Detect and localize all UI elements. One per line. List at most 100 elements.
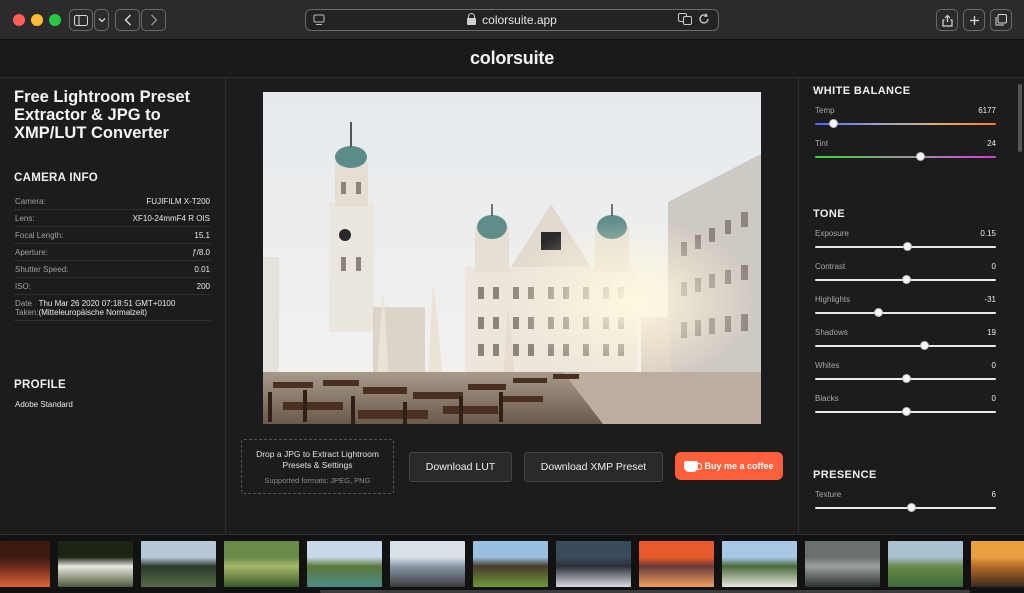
slider-value: 24 xyxy=(987,139,996,148)
dropzone-formats: Supported formats: JPEG, PNG xyxy=(264,475,371,485)
slider-label: Highlights xyxy=(815,295,851,304)
sunset-street-thumbnail[interactable] xyxy=(639,541,714,587)
slider-label: Contrast xyxy=(815,262,846,271)
slider-track[interactable] xyxy=(815,156,996,158)
slider-tint: Tint 24 xyxy=(813,136,1010,169)
reload-icon[interactable] xyxy=(698,13,710,25)
slider-thumb[interactable] xyxy=(901,275,911,284)
browser-toolbar: colorsuite.app xyxy=(0,0,1024,40)
slider-track[interactable] xyxy=(815,345,996,347)
slider-label: Blacks xyxy=(815,394,839,403)
minimize-window-button[interactable] xyxy=(31,14,43,26)
slider-thumb[interactable] xyxy=(915,152,925,161)
snowy-village-thumbnail[interactable] xyxy=(390,541,465,587)
slider-thumb[interactable] xyxy=(903,242,913,251)
cow-meadow-thumbnail[interactable] xyxy=(473,541,548,587)
slider-texture: Texture 6 xyxy=(813,487,1010,520)
snow-peak-thumbnail[interactable] xyxy=(556,541,631,587)
golden-street-thumbnail[interactable] xyxy=(971,541,1024,587)
slider-thumb[interactable] xyxy=(901,374,911,383)
slider-track[interactable] xyxy=(815,312,996,314)
profile-heading: PROFILE xyxy=(14,379,66,391)
chevron-down-icon xyxy=(98,18,105,23)
slider-thumb[interactable] xyxy=(919,341,929,350)
info-value: 15.1 xyxy=(194,231,210,240)
lemur-thumbnail[interactable] xyxy=(58,541,133,587)
slider-contrast: Contrast 0 xyxy=(813,259,1010,292)
camera-info-heading: CAMERA INFO xyxy=(14,172,99,184)
site-logo[interactable]: colorsuite xyxy=(470,48,554,69)
forward-button[interactable] xyxy=(141,9,166,31)
sidebar-toggle-button[interactable] xyxy=(69,9,93,31)
page-title: Free Lightroom Preset Extractor & JPG to… xyxy=(14,88,191,142)
slider-track[interactable] xyxy=(815,507,996,509)
white-balance-heading: WHITE BALANCE xyxy=(813,85,911,97)
slider-value: 0 xyxy=(991,262,996,271)
reader-icon[interactable] xyxy=(313,14,325,29)
panel-scrollbar[interactable] xyxy=(1018,84,1022,152)
slider-label: Tint xyxy=(815,139,829,148)
download-xmp-button[interactable]: Download XMP Preset xyxy=(524,452,663,482)
close-window-button[interactable] xyxy=(13,14,25,26)
dropzone-text: Drop a JPG to Extract Lightroom Presets … xyxy=(256,448,379,470)
green-ridge-thumbnail[interactable] xyxy=(888,541,963,587)
translate-icon[interactable] xyxy=(678,13,692,25)
info-value: XF10-24mmF4 R OIS xyxy=(132,214,210,223)
buy-me-a-coffee-button[interactable]: Buy me a coffee xyxy=(675,452,783,480)
market-lights-thumbnail[interactable] xyxy=(0,541,50,587)
coffee-label: Buy me a coffee xyxy=(704,461,774,471)
info-row-lens: Lens: XF10-24mmF4 R OIS xyxy=(14,210,211,227)
new-tab-icon xyxy=(969,15,979,25)
profile-section: PROFILE Adobe Standard xyxy=(14,379,211,409)
slider-value: 6177 xyxy=(978,106,996,115)
white-house-thumbnail[interactable] xyxy=(722,541,797,587)
info-value: ƒ/8.0 xyxy=(192,248,210,257)
sidebar-icon xyxy=(74,14,88,26)
misty-mountain-thumbnail[interactable] xyxy=(805,541,880,587)
presence-heading: PRESENCE xyxy=(813,469,877,481)
tabs-icon xyxy=(995,14,1007,26)
info-value: FUJIFILM X-T200 xyxy=(146,197,210,206)
address-bar[interactable]: colorsuite.app xyxy=(305,9,719,31)
slider-track[interactable] xyxy=(815,123,996,125)
left-panel: Free Lightroom Preset Extractor & JPG to… xyxy=(0,78,226,534)
share-button[interactable] xyxy=(936,9,958,31)
info-value: Thu Mar 26 2020 07:18:51 GMT+0100 (Mitte… xyxy=(38,299,176,317)
info-label: Date Taken: xyxy=(15,299,39,317)
slider-thumb[interactable] xyxy=(829,119,839,128)
jpg-dropzone[interactable]: Drop a JPG to Extract Lightroom Presets … xyxy=(241,439,394,494)
info-row-iso: ISO: 200 xyxy=(14,278,211,295)
camera-info-list: Camera: FUJIFILM X-T200 Lens: XF10-24mmF4 … xyxy=(14,193,211,321)
zoom-window-button[interactable] xyxy=(49,14,61,26)
info-label: ISO: xyxy=(15,282,32,291)
slider-blacks: Blacks 0 xyxy=(813,391,1010,424)
slider-value: 0 xyxy=(991,394,996,403)
info-label: Shutter Speed: xyxy=(15,265,69,274)
green-hills-thumbnail[interactable] xyxy=(224,541,299,587)
info-row-camera: Camera: FUJIFILM X-T200 xyxy=(14,193,211,210)
site-header: colorsuite xyxy=(0,40,1024,78)
new-tab-button[interactable] xyxy=(963,9,985,31)
download-lut-button[interactable]: Download LUT xyxy=(409,452,512,482)
slider-label: Exposure xyxy=(815,229,849,238)
tab-overview-button[interactable] xyxy=(990,9,1012,31)
tab-group-menu-button[interactable] xyxy=(94,9,109,31)
alpine-lake-thumbnail[interactable] xyxy=(307,541,382,587)
info-row-date-taken: Date Taken: Thu Mar 26 2020 07:18:51 GMT+… xyxy=(14,295,211,321)
slider-label: Shadows xyxy=(815,328,848,337)
slider-value: 19 xyxy=(987,328,996,337)
slider-label: Whites xyxy=(815,361,840,370)
slider-value: 0 xyxy=(991,361,996,370)
forward-icon xyxy=(150,14,158,26)
slider-highlights: Highlights -31 xyxy=(813,292,1010,325)
slider-exposure: Exposure 0.15 xyxy=(813,226,1010,259)
mountain-valley-thumbnail[interactable] xyxy=(141,541,216,587)
slider-thumb[interactable] xyxy=(901,407,911,416)
main-content: Drop a JPG to Extract Lightroom Presets … xyxy=(227,78,797,534)
slider-value: 6 xyxy=(991,490,996,499)
info-row-aperture: Aperture: ƒ/8.0 xyxy=(14,244,211,261)
slider-thumb[interactable] xyxy=(906,503,916,512)
slider-thumb[interactable] xyxy=(874,308,884,317)
info-label: Lens: xyxy=(15,214,35,223)
back-button[interactable] xyxy=(115,9,140,31)
